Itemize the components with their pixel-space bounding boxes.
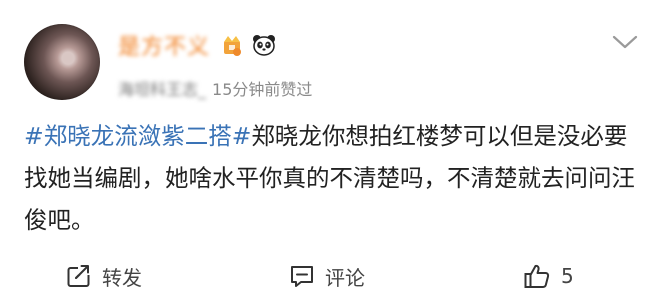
like-count: 5 [561,264,574,288]
post-meta: 海坦科王志_ 15分钟前赞过 [118,76,312,100]
action-bar: 转发 评论 5 [0,250,660,302]
comment-button[interactable]: 评论 [289,260,365,292]
post-content: #郑晓龙流潋紫二搭#郑晓龙你想拍红楼梦可以但是没必要找她当编剧，她啥水平你真的不… [24,115,638,241]
username[interactable]: 是方不义 [118,29,210,61]
topic-link[interactable]: #郑晓龙流潋紫二搭# [24,122,251,150]
comment-icon [289,263,315,289]
repost-button[interactable]: 转发 [66,260,142,292]
author-name-row: 是方不义 [118,29,276,61]
liked-by-user[interactable]: 海坦科王志_ [118,76,206,100]
panda-badge-icon [252,34,276,56]
like-button[interactable]: 5 [523,260,574,292]
weibo-post-card: 是方不义 海坦科王志_ 15分钟前赞过 #郑晓龙流潋紫二搭#郑晓龙你想拍红楼梦可… [0,0,660,308]
repost-icon [66,263,92,289]
timestamp: 15分钟前赞过 [212,80,313,99]
repost-label: 转发 [102,265,142,290]
avatar[interactable] [24,24,100,100]
chevron-down-icon[interactable] [612,34,638,50]
comment-label: 评论 [325,265,365,290]
thumbs-up-icon [523,262,551,290]
crown-badge-icon [222,34,242,56]
